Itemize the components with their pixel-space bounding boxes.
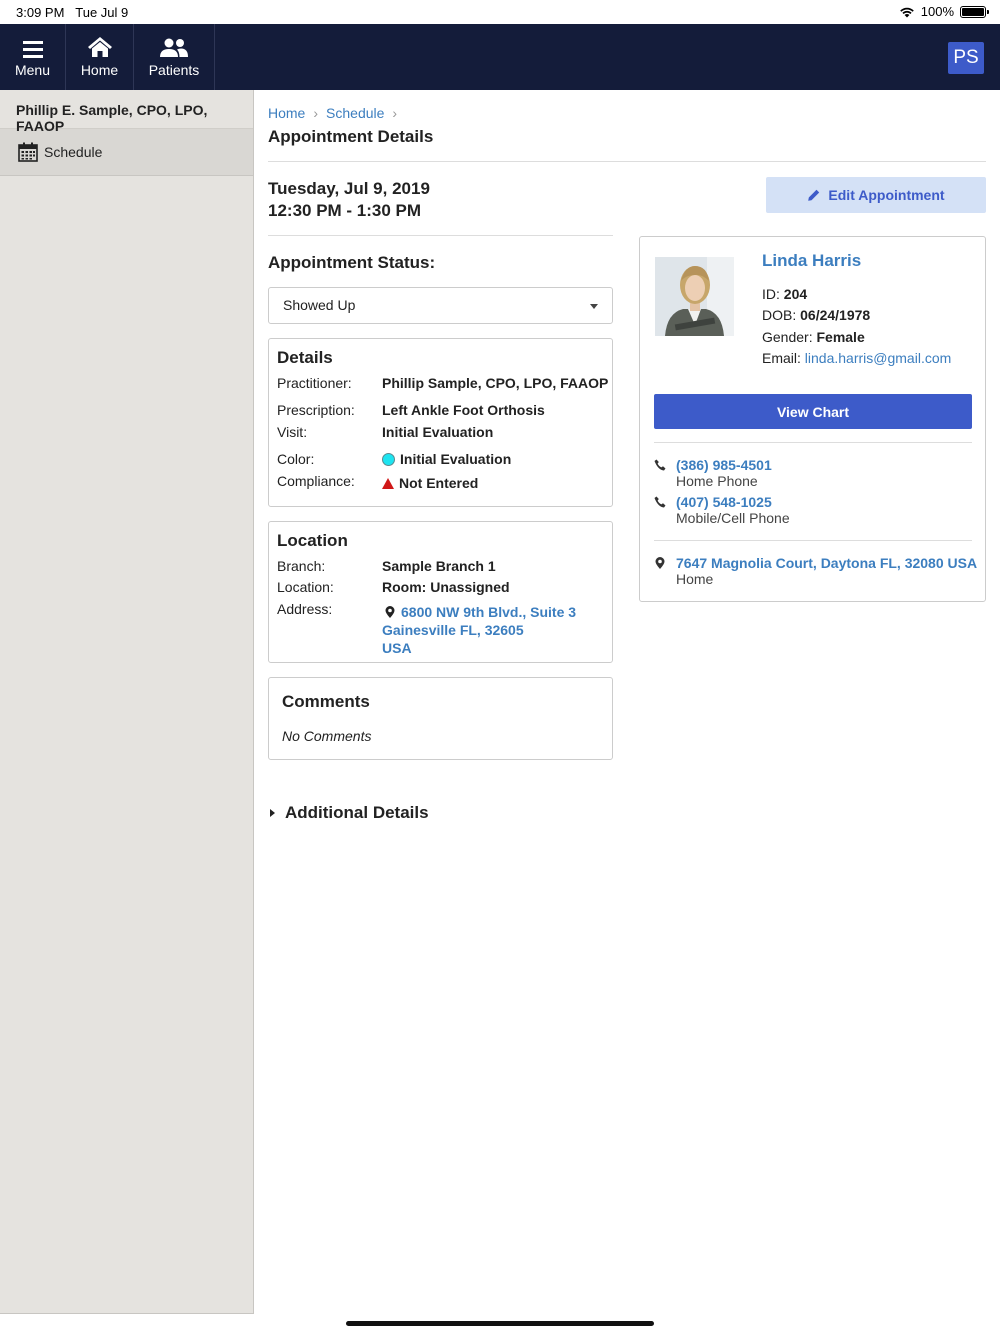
pencil-icon [808, 189, 820, 201]
patient-gender: Gender: Female [762, 329, 865, 345]
hamburger-icon [22, 41, 43, 58]
home-label: Home [80, 62, 119, 78]
additional-details-toggle[interactable]: Additional Details [270, 803, 429, 823]
color-value: Initial Evaluation [382, 451, 511, 467]
status-bar: 3:09 PM Tue Jul 9 100% [0, 0, 1000, 24]
patient-card: Linda Harris ID: 204 DOB: 06/24/1978 Gen… [639, 236, 986, 602]
chevron-right-icon: › [392, 105, 398, 121]
sidebar-item-schedule[interactable]: Schedule [0, 129, 253, 176]
prescription-value: Left Ankle Foot Orthosis [382, 402, 545, 418]
calendar-icon [18, 142, 38, 162]
patient-address-type: Home [676, 571, 714, 587]
practitioner-label: Practitioner: [277, 375, 352, 391]
mobile-phone[interactable]: (407) 548-1025 Mobile/Cell Phone [654, 494, 974, 530]
breadcrumb: Home › Schedule › [268, 105, 397, 121]
color-label: Color: [277, 451, 315, 467]
users-icon [160, 38, 188, 57]
divider [654, 442, 972, 443]
location-label: Location: [277, 579, 334, 595]
comments-title: Comments [282, 692, 370, 711]
caret-right-icon [270, 809, 275, 817]
page-title: Appointment Details [268, 127, 434, 146]
address-line1: 6800 NW 9th Blvd., Suite 3 [401, 604, 577, 620]
patient-email-link[interactable]: linda.harris@gmail.com [805, 350, 951, 366]
wifi-icon [899, 7, 914, 17]
compliance-label: Compliance: [277, 473, 355, 489]
prescription-label: Prescription: [277, 402, 355, 418]
branch-value: Sample Branch 1 [382, 558, 496, 574]
sidebar: Phillip E. Sample, CPO, LPO, FAAOP Sched… [0, 90, 254, 1314]
patient-dob: DOB: 06/24/1978 [762, 307, 871, 323]
appointment-date: Tuesday, Jul 9, 2019 [268, 179, 430, 198]
appointment-datetime: Tuesday, Jul 9, 2019 12:30 PM - 1:30 PM [268, 178, 430, 222]
home-button[interactable]: Home [66, 24, 134, 90]
top-nav: Menu Home Patients PS [0, 24, 1000, 90]
details-title: Details [277, 348, 333, 367]
battery-percent: 100% [920, 4, 954, 19]
divider [268, 161, 986, 162]
comments-card: Comments No Comments [268, 677, 613, 760]
comments-text: No Comments [282, 728, 372, 744]
additional-details-label: Additional Details [285, 803, 429, 822]
view-chart-button[interactable]: View Chart [654, 394, 972, 429]
menu-button[interactable]: Menu [0, 24, 66, 90]
home-indicator[interactable] [346, 1321, 654, 1326]
home-phone-type: Home Phone [676, 473, 758, 489]
appointment-status-label: Appointment Status: [268, 253, 436, 272]
patients-button[interactable]: Patients [134, 24, 215, 90]
patient-photo [655, 257, 734, 336]
compliance-text: Not Entered [399, 475, 479, 491]
appointment-status-value: Showed Up [283, 297, 356, 313]
chevron-right-icon: › [313, 105, 319, 121]
compliance-value: Not Entered [382, 475, 478, 491]
warning-triangle-icon [382, 478, 394, 489]
status-time: 3:09 PM Tue Jul 9 [16, 5, 129, 20]
location-value: Room: Unassigned [382, 579, 510, 595]
map-marker-icon [655, 557, 665, 569]
home-phone-number[interactable]: (386) 985-4501 [676, 457, 772, 473]
patient-email: Email: linda.harris@gmail.com [762, 350, 952, 366]
sidebar-item-label: Schedule [44, 144, 103, 160]
visit-value: Initial Evaluation [382, 424, 494, 440]
location-card: Location Branch: Sample Branch 1 Locatio… [268, 521, 613, 663]
mobile-phone-type: Mobile/Cell Phone [676, 510, 790, 526]
appointment-time: 12:30 PM - 1:30 PM [268, 201, 422, 220]
phone-icon [654, 496, 666, 508]
branch-label: Branch: [277, 558, 326, 574]
breadcrumb-schedule[interactable]: Schedule [326, 105, 384, 121]
address-line2: Gainesville FL, 32605 [382, 622, 524, 638]
patient-address[interactable]: 7647 Magnolia Court, Daytona FL, 32080 U… [654, 555, 977, 591]
divider [268, 235, 613, 236]
patient-name[interactable]: Linda Harris [762, 251, 861, 271]
battery-icon [960, 5, 989, 18]
practitioner-value: Phillip Sample, CPO, LPO, FAAOP [382, 375, 609, 391]
breadcrumb-home[interactable]: Home [268, 105, 305, 121]
visit-label: Visit: [277, 424, 308, 440]
sidebar-user-name: Phillip E. Sample, CPO, LPO, FAAOP [0, 90, 253, 134]
address-label: Address: [277, 601, 333, 617]
edit-appointment-button[interactable]: Edit Appointment [766, 177, 986, 213]
patient-id: ID: 204 [762, 286, 808, 302]
color-text: Initial Evaluation [400, 451, 512, 467]
patients-label: Patients [148, 62, 200, 78]
caret-down-icon [590, 304, 598, 309]
appointment-status-select[interactable]: Showed Up [268, 287, 613, 324]
divider [654, 540, 972, 541]
edit-appointment-label: Edit Appointment [828, 187, 945, 203]
color-dot-icon [382, 453, 395, 466]
phone-icon [654, 459, 666, 471]
home-phone[interactable]: (386) 985-4501 Home Phone [654, 457, 974, 493]
location-title: Location [277, 531, 348, 550]
details-card: Details Practitioner: Phillip Sample, CP… [268, 338, 613, 507]
menu-label: Menu [14, 62, 51, 78]
patient-address-link[interactable]: 7647 Magnolia Court, Daytona FL, 32080 U… [676, 555, 977, 571]
home-icon [87, 37, 112, 57]
address-link[interactable]: 6800 NW 9th Blvd., Suite 3 Gainesville F… [382, 603, 576, 657]
user-avatar-button[interactable]: PS [948, 42, 984, 74]
mobile-phone-number[interactable]: (407) 548-1025 [676, 494, 772, 510]
address-line3: USA [382, 640, 412, 656]
map-marker-icon [385, 606, 395, 618]
